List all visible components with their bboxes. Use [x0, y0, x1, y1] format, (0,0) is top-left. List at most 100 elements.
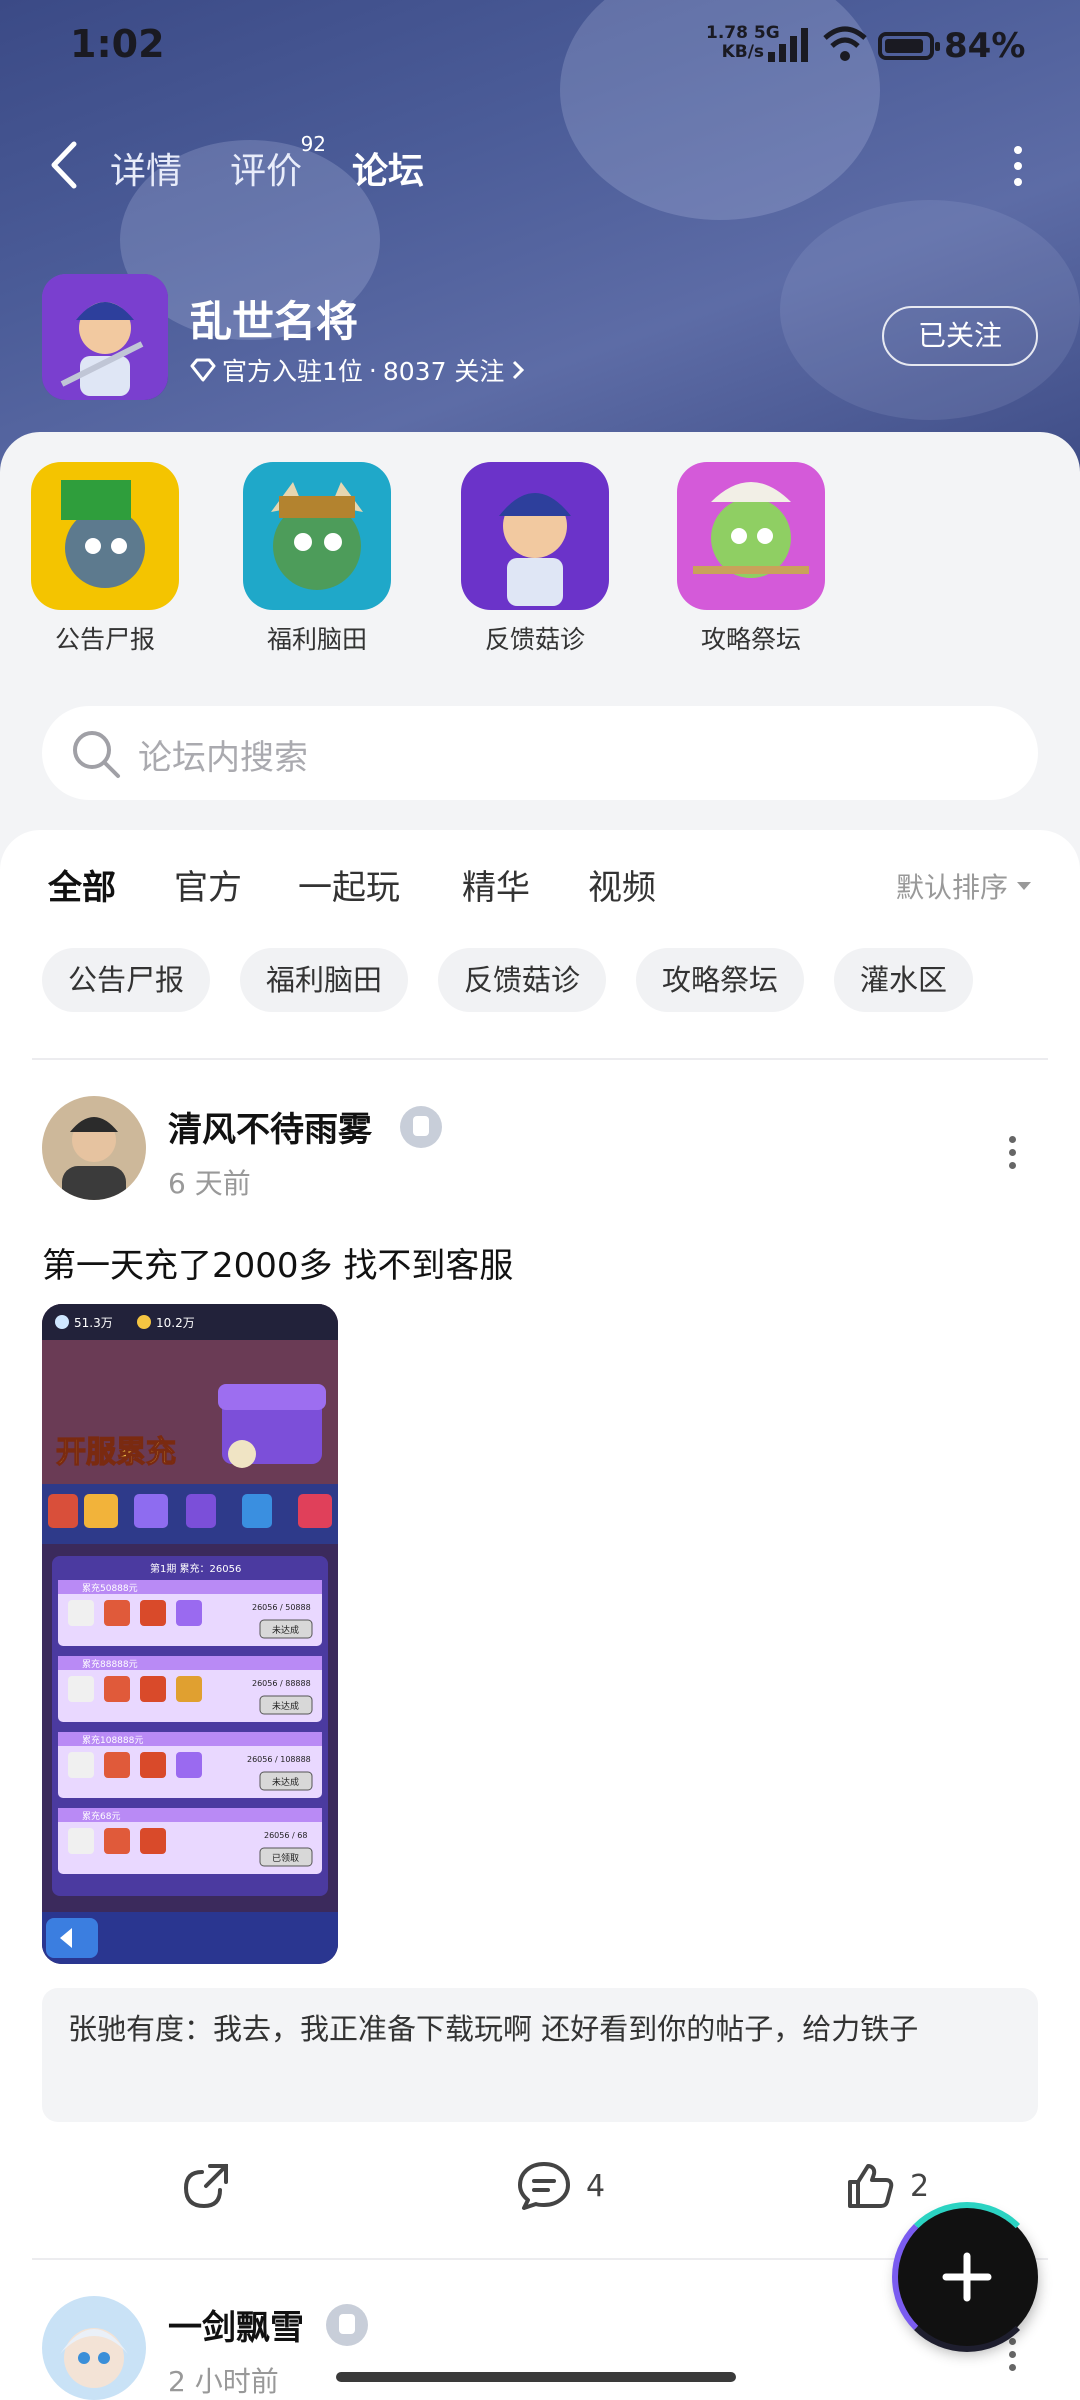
- battery-percent: 84%: [944, 26, 1026, 66]
- feed-tab-label: 官方: [174, 868, 242, 908]
- caret-down-icon: [1017, 882, 1032, 890]
- game-icon: [42, 274, 168, 400]
- category-label: 攻略祭坛: [700, 625, 801, 654]
- comment-icon: [518, 2162, 570, 2210]
- status-bar: 1:02 1.78 5G KB/s 84%: [0, 0, 1080, 90]
- feed-tab-label: 精华: [462, 868, 530, 908]
- avatar[interactable]: [42, 2296, 146, 2400]
- feed-tab-all[interactable]: 全部: [48, 860, 116, 915]
- feed-tab-play-together[interactable]: 一起玩: [298, 860, 400, 909]
- create-post-button[interactable]: [892, 2202, 1042, 2352]
- reward-row-progress: 26056 / 50888: [252, 1603, 311, 1612]
- feed-tab-label: 一起玩: [298, 868, 400, 908]
- reward-row: 累充68元 26056 / 68 已领取: [58, 1808, 322, 1874]
- post-author[interactable]: 清风不待雨雾: [168, 1102, 372, 1151]
- feed-tab-label: 视频: [588, 868, 656, 908]
- post-time: 2 小时前: [168, 2365, 279, 2398]
- comment-count: 4: [586, 2168, 606, 2204]
- post-more-icon[interactable]: [1006, 2338, 1018, 2378]
- reward-row-status: 未达成: [272, 1624, 299, 1636]
- top-comment[interactable]: 张驰有度：我去，我正准备下载玩啊 还好看到你的帖子，给力铁子: [42, 1988, 1038, 2122]
- chevron-right-icon: [513, 360, 525, 380]
- like-button[interactable]: 2: [844, 2160, 929, 2212]
- chip-announcements[interactable]: 公告尸报: [42, 948, 211, 1012]
- category-feedback[interactable]: 反馈菇诊: [460, 462, 610, 656]
- reward-row: 累充108888元 26056 / 108888 未达成: [58, 1732, 322, 1798]
- tab-details-label: 详情: [110, 151, 183, 192]
- feedback-category-icon: [461, 462, 609, 610]
- like-count: 2: [910, 2168, 930, 2204]
- game-meta[interactable]: 官方入驻1位 · 8037 关注: [190, 352, 526, 388]
- chip-welfare[interactable]: 福利脑田: [240, 948, 409, 1012]
- reward-row-title: 累充108888元: [82, 1734, 143, 1746]
- category-label: 福利脑田: [266, 625, 367, 654]
- chip-guides[interactable]: 攻略祭坛: [636, 948, 805, 1012]
- reward-row-status: 未达成: [272, 1776, 299, 1788]
- reward-row-progress: 26056 / 68: [264, 1831, 307, 1840]
- reviews-count-badge: 92: [300, 132, 327, 156]
- feed-tab-videos[interactable]: 视频: [588, 860, 656, 909]
- more-vertical-icon[interactable]: [1010, 146, 1026, 190]
- reward-row: 累充50888元 26056 / 50888 未达成: [58, 1580, 322, 1646]
- reward-row-title: 累充50888元: [82, 1582, 138, 1594]
- official-count: 官方入驻1位: [222, 357, 363, 386]
- post-author[interactable]: 一剑飘雪: [168, 2300, 304, 2349]
- share-button[interactable]: [180, 2160, 232, 2212]
- game-title: 乱世名将: [190, 297, 359, 346]
- reward-row-status: 未达成: [272, 1700, 299, 1712]
- reward-row: 累充88888元 26056 / 88888 未达成: [58, 1656, 322, 1722]
- chip-off-topic[interactable]: 灌水区: [834, 948, 974, 1012]
- meta-separator: ·: [368, 355, 377, 385]
- search-input[interactable]: 论坛内搜索: [42, 706, 1038, 800]
- post-more-icon[interactable]: [1006, 1136, 1018, 1176]
- diamond-icon: [190, 358, 216, 382]
- followers-count: 8037 关注: [382, 357, 505, 386]
- post-image[interactable]: 51.3万 10.2万 开服累充 第1期 累充：26056 累充50888元 2…: [42, 1304, 338, 1964]
- verified-badge-icon: [326, 2304, 368, 2346]
- reward-row-status: 已领取: [272, 1852, 299, 1864]
- search-placeholder: 论坛内搜索: [138, 738, 308, 778]
- game-header: 1:02 1.78 5G KB/s 84% 详情 评价 92 论坛 乱世名将 官…: [0, 0, 1080, 480]
- comment-button[interactable]: 4: [516, 2160, 605, 2212]
- sort-dropdown[interactable]: 默认排序: [896, 866, 1032, 906]
- chevron-left-icon[interactable]: [42, 138, 92, 192]
- tab-forum[interactable]: 论坛: [352, 142, 425, 200]
- reward-row-title: 累充88888元: [82, 1658, 138, 1670]
- home-indicator[interactable]: [336, 2372, 736, 2382]
- search-icon: [73, 731, 120, 778]
- reward-row-progress: 26056 / 108888: [247, 1755, 311, 1764]
- thumbs-up-icon: [848, 2164, 894, 2208]
- verified-badge-icon: [400, 1106, 442, 1148]
- battery-icon: [878, 32, 940, 60]
- top-nav: 详情 评价 92 论坛: [0, 120, 1080, 210]
- post-time: 6 天前: [168, 1167, 251, 1200]
- tab-reviews-label: 评价: [230, 151, 303, 192]
- post-text[interactable]: 第一天充了2000多 找不到客服: [42, 1238, 513, 1287]
- chip-feedback[interactable]: 反馈菇诊: [438, 948, 607, 1012]
- announcement-category-icon: [31, 462, 179, 610]
- category-announcements[interactable]: 公告尸报: [30, 462, 180, 656]
- wifi-icon: [823, 26, 867, 61]
- tab-details[interactable]: 详情: [110, 142, 182, 194]
- currency-1: 51.3万: [74, 1316, 113, 1330]
- guides-category-icon: [677, 462, 825, 610]
- feed-tab-featured[interactable]: 精华: [462, 860, 530, 909]
- feed-tab-label: 全部: [48, 868, 116, 908]
- feed-tab-official[interactable]: 官方: [174, 860, 242, 909]
- category-welfare[interactable]: 福利脑田: [242, 462, 392, 656]
- forum-feed: 全部 官方 一起玩 精华 视频 默认排序 公告尸报 福利脑田 反馈菇诊 攻略祭坛…: [0, 830, 1080, 2400]
- period-label: 第1期 累充：26056: [150, 1562, 241, 1575]
- avatar[interactable]: [42, 1096, 146, 1200]
- sort-label: 默认排序: [896, 871, 1009, 904]
- tab-forum-label: 论坛: [352, 151, 425, 192]
- reward-row-title: 累充68元: [82, 1810, 120, 1822]
- tab-reviews[interactable]: 评价 92: [230, 132, 326, 194]
- category-label: 反馈菇诊: [484, 625, 585, 654]
- status-time: 1:02: [70, 22, 165, 66]
- category-label: 公告尸报: [54, 625, 155, 654]
- forum-categories-section: 公告尸报 福利脑田 反馈菇诊 攻略祭坛 论坛内搜索: [0, 432, 1080, 852]
- follow-button[interactable]: 已关注: [882, 306, 1038, 366]
- category-guides[interactable]: 攻略祭坛: [676, 462, 826, 656]
- plus-icon: [942, 2252, 992, 2302]
- share-icon: [183, 2164, 228, 2209]
